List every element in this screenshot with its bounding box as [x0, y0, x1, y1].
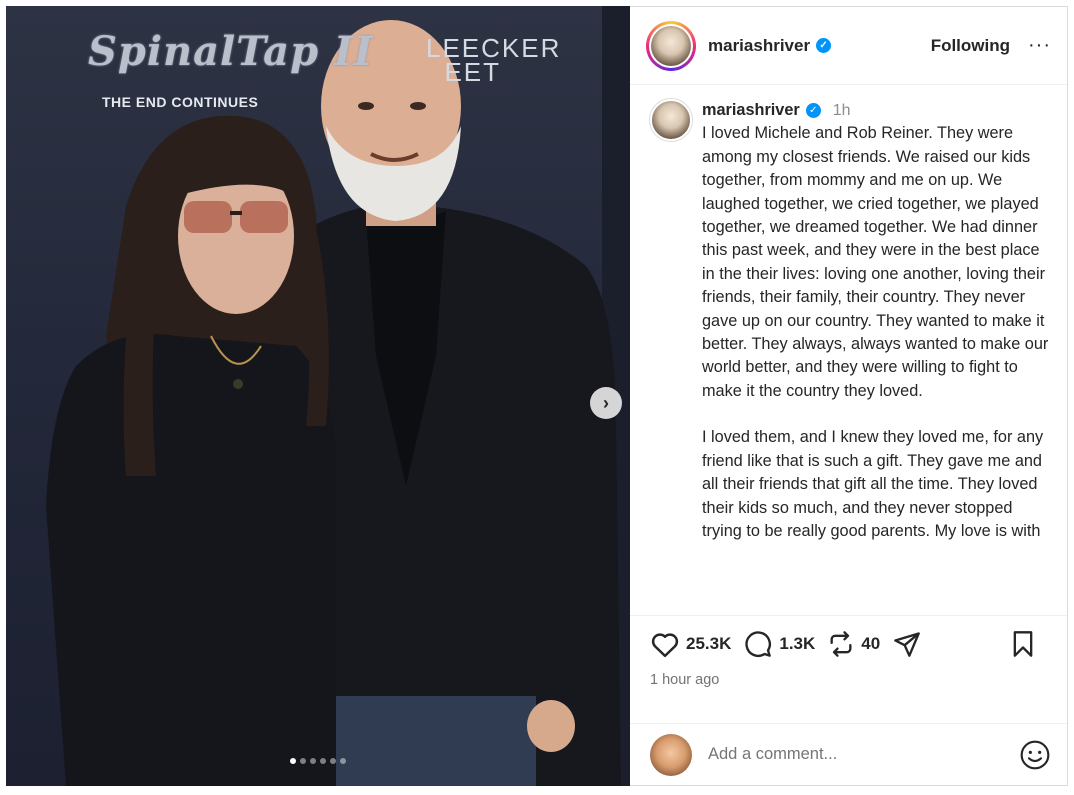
repost-icon: [830, 631, 852, 657]
post-side-panel: mariashriver ✓ Following ··· mariashrive…: [630, 6, 1068, 786]
carousel-dot[interactable]: [290, 758, 296, 764]
send-icon: [894, 632, 921, 657]
post-timestamp[interactable]: 1 hour ago: [650, 672, 1047, 688]
share-button[interactable]: [892, 630, 922, 658]
carousel-dot[interactable]: [310, 758, 316, 764]
emoji-icon[interactable]: [1019, 739, 1051, 771]
repost-button[interactable]: 40: [827, 630, 880, 658]
caption-author-avatar[interactable]: [650, 99, 692, 141]
verified-badge-icon: ✓: [805, 103, 821, 119]
save-button[interactable]: [1011, 630, 1035, 658]
comment-icon: [745, 631, 772, 657]
comment-button[interactable]: 1.3K: [743, 630, 815, 658]
like-button[interactable]: 25.3K: [650, 630, 731, 658]
caption-time[interactable]: 1h: [833, 99, 851, 122]
repost-count[interactable]: 40: [861, 634, 880, 654]
carousel-dot[interactable]: [330, 758, 336, 764]
backdrop-logo-spinal-tap: SpinalTap II: [88, 28, 374, 75]
like-count[interactable]: 25.3K: [686, 634, 731, 654]
bookmark-icon: [1013, 631, 1033, 657]
carousel-dot[interactable]: [320, 758, 326, 764]
caption-paragraph: I loved them, and I knew they loved me, …: [702, 428, 1044, 540]
carousel-next-button[interactable]: ›: [590, 387, 622, 419]
caption-paragraph: I loved Michele and Rob Reiner. They wer…: [702, 124, 1049, 400]
backdrop-logo-tagline: THE END CONTINUES: [102, 94, 259, 110]
heart-icon: [651, 633, 679, 658]
photo-illustration: [46, 6, 630, 786]
verified-badge-icon: ✓: [816, 38, 832, 53]
post-header: mariashriver ✓ Following ···: [630, 7, 1067, 85]
comment-bar: [630, 723, 1067, 785]
carousel-dots: [6, 758, 630, 764]
following-button[interactable]: Following: [931, 36, 1010, 56]
more-options-icon[interactable]: ···: [1028, 34, 1051, 57]
caption-area[interactable]: mariashriver ✓ 1h I loved Michele and Ro…: [630, 85, 1067, 615]
carousel-dot[interactable]: [300, 758, 306, 764]
author-username[interactable]: mariashriver ✓: [708, 36, 832, 56]
post-photo[interactable]: SpinalTap II THE END CONTINUES LEECKER E…: [6, 6, 630, 786]
comment-count[interactable]: 1.3K: [779, 634, 815, 654]
post-actions: 25.3K 1.3K 40 1 hour ago: [630, 615, 1067, 688]
comment-input[interactable]: [708, 745, 1019, 764]
backdrop-logo-bleecker: LEECKER EET: [426, 33, 562, 87]
viewer-avatar: [650, 733, 692, 776]
caption-body: mariashriver ✓ 1h I loved Michele and Ro…: [702, 99, 1051, 615]
author-username-text[interactable]: mariashriver: [708, 36, 810, 56]
caption-username[interactable]: mariashriver: [702, 99, 800, 122]
carousel-dot[interactable]: [340, 758, 346, 764]
author-avatar[interactable]: [646, 20, 696, 71]
chevron-right-icon: ›: [603, 392, 609, 413]
